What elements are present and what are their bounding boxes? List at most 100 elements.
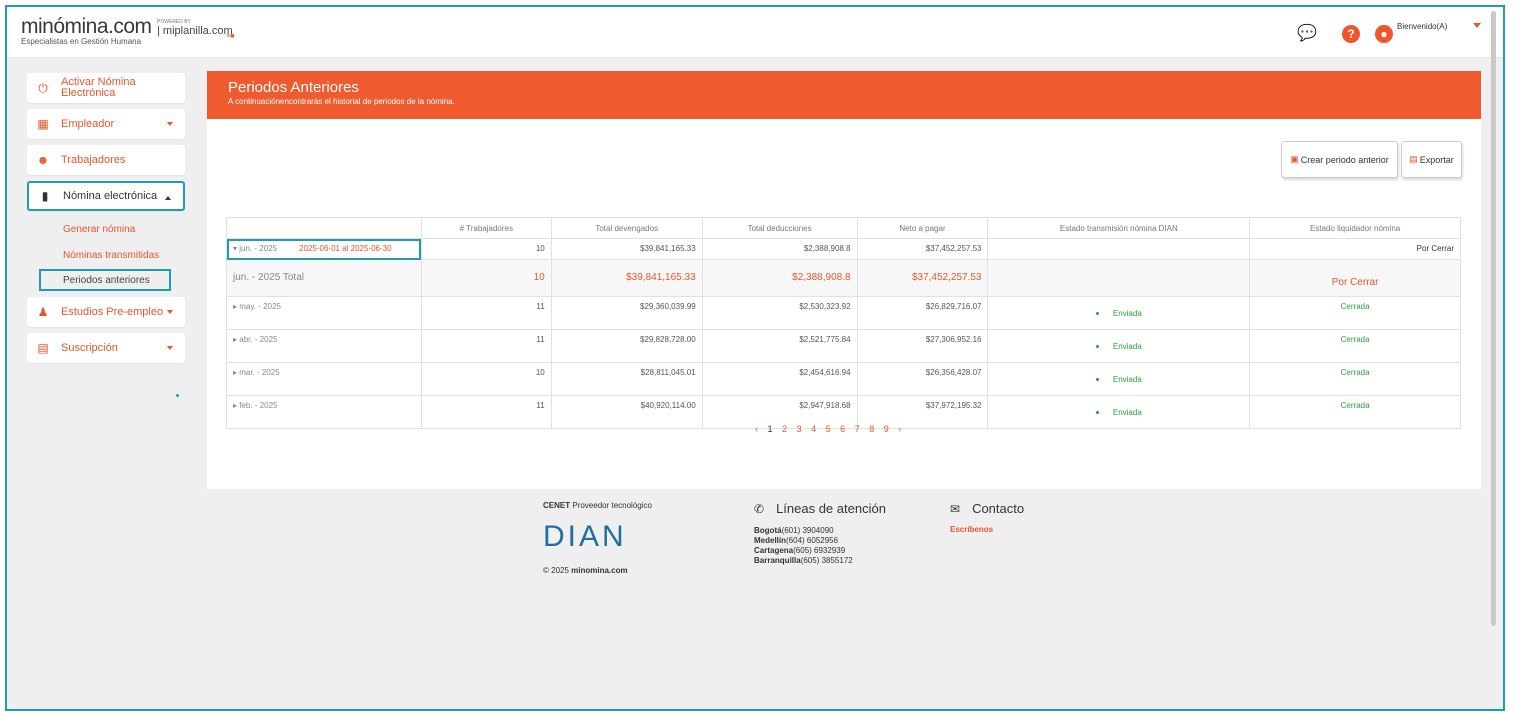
export-button[interactable]: ▤ Exportar bbox=[1401, 141, 1462, 178]
cenet-text: CENET Proveedor tecnológico bbox=[543, 501, 652, 510]
scrollbar[interactable] bbox=[1491, 11, 1496, 626]
sidebar-item-nomina-electronica[interactable]: ▮ Nómina electrónica bbox=[27, 181, 185, 211]
sidebar-item-label: Activar Nómina Electrónica bbox=[61, 76, 136, 99]
welcome-text[interactable]: Bienvenido(A) bbox=[1397, 22, 1447, 31]
phone-line: Barranquilla(605) 3855172 bbox=[754, 556, 886, 566]
table-row-subtotal: jun. - 2025 Total 10 $39,841,165.33 $2,3… bbox=[226, 259, 1461, 297]
page-title: Periodos Anteriores bbox=[228, 79, 359, 96]
sidebar-item-suscripcion[interactable]: ▤ Suscripción bbox=[27, 333, 185, 363]
subitem-nominas-transmitidas[interactable]: Nóminas transmitidas bbox=[27, 243, 185, 269]
liquidador-status-cell: Cerrada bbox=[1249, 395, 1461, 429]
page-link[interactable]: 9 bbox=[884, 424, 889, 434]
copyright-bold: minomina.com bbox=[571, 566, 628, 575]
dian-status-cell: Enviada bbox=[987, 362, 1251, 396]
workers-cell: 11 bbox=[420, 296, 552, 330]
period-label: ▸ feb. - 2025 bbox=[233, 401, 278, 410]
prev-page-button[interactable]: ‹ bbox=[755, 424, 758, 434]
sidebar-item-label: Suscripción bbox=[61, 341, 118, 354]
workers-cell: 11 bbox=[420, 329, 552, 363]
sidebar-item-estudios[interactable]: ♟ Estudios Pre-empleo bbox=[27, 297, 185, 327]
app-frame: minómina.com Especialistas en Gestión Hu… bbox=[5, 5, 1505, 711]
chat-icon[interactable]: 💬 bbox=[1297, 25, 1317, 43]
table-row[interactable]: ▾ jun. - 2025 2025-06-01 al 2025-06-30 10… bbox=[226, 238, 1461, 260]
neto-cell: $37,452,257.53 bbox=[856, 259, 989, 297]
devengados-cell: $39,841,165.33 bbox=[550, 259, 703, 297]
chevron-up-icon bbox=[165, 196, 171, 200]
subitem-generar-nomina[interactable]: Generar nómina bbox=[27, 217, 185, 243]
create-period-button[interactable]: ▣ Crear periodo anterior bbox=[1281, 141, 1398, 178]
city: Bogotá bbox=[754, 526, 782, 535]
period-cell[interactable]: ▸ abr. - 2025 bbox=[226, 329, 422, 363]
deducciones-cell: $2,388,908.8 bbox=[701, 238, 858, 260]
liquidador-status-cell: Por Cerrar bbox=[1249, 259, 1461, 297]
help-icon[interactable]: ? bbox=[1342, 25, 1360, 43]
page-link[interactable]: 1 bbox=[768, 424, 773, 434]
period-cell: jun. - 2025 Total bbox=[226, 259, 422, 297]
footer-cenet: CENET Proveedor tecnológico DIAN © 2025 … bbox=[543, 501, 652, 575]
phone-line: Bogotá(601) 3904090 bbox=[754, 526, 886, 536]
sidebar-item-label: Empleador bbox=[61, 117, 115, 130]
sidebar-item-empleador[interactable]: ▦ Empleador bbox=[27, 109, 185, 139]
sidebar-item-trabajadores[interactable]: ☻ Trabajadores bbox=[27, 145, 185, 175]
period-cell[interactable]: ▸ may. - 2025 bbox=[226, 296, 422, 330]
neto-cell: $26,356,428.07 bbox=[856, 362, 989, 396]
col-header[interactable]: Neto a pagar bbox=[856, 217, 989, 239]
dian-status-label: Enviada bbox=[1112, 408, 1142, 417]
sidebar-item-label: Trabajadores bbox=[61, 153, 126, 166]
footer-contact: ✉ Contacto Escríbenos bbox=[950, 501, 1024, 534]
flag-icon[interactable]: ≡■ bbox=[226, 33, 234, 40]
power-icon: ⏻ bbox=[38, 81, 48, 95]
user-icon[interactable]: ● bbox=[1375, 25, 1393, 43]
page-link[interactable]: 3 bbox=[797, 424, 802, 434]
devengados-cell: $39,841,165.33 bbox=[550, 238, 703, 260]
table-row[interactable]: ▸ abr. - 2025 11 $29,828,728.00 $2,521,7… bbox=[226, 329, 1461, 363]
col-header[interactable]: Total devengados bbox=[550, 217, 703, 239]
table-row[interactable]: ▸ mar. - 2025 10 $28,811,045.01 $2,454,6… bbox=[226, 362, 1461, 396]
page-subtitle: A continuaciónencontrarás el historial d… bbox=[228, 97, 455, 106]
copyright: © 2025 minomina.com bbox=[543, 566, 652, 575]
sidebar-item-activar[interactable]: ⏻ Activar Nómina Electrónica bbox=[27, 73, 185, 103]
brand-name: minómina.com bbox=[21, 15, 152, 38]
neto-cell: $26,829,716.07 bbox=[856, 296, 989, 330]
phone: (605) 3855172 bbox=[800, 556, 853, 565]
contact-heading: ✉ Contacto bbox=[950, 501, 1024, 516]
page-link[interactable]: 4 bbox=[811, 424, 816, 434]
dian-status-cell bbox=[987, 259, 1251, 297]
deducciones-cell: $2,521,775.84 bbox=[701, 329, 858, 363]
page-link[interactable]: 2 bbox=[782, 424, 787, 434]
col-header[interactable]: # Trabajadores bbox=[420, 217, 552, 239]
page-link[interactable]: 6 bbox=[840, 424, 845, 434]
col-header[interactable]: Total deducciones bbox=[701, 217, 858, 239]
page-link[interactable]: 5 bbox=[826, 424, 831, 434]
page-link[interactable]: 7 bbox=[855, 424, 860, 434]
status-dot-icon bbox=[1095, 411, 1099, 415]
table-header-row: # Trabajadores Total devengados Total de… bbox=[226, 217, 1461, 239]
devengados-cell: $29,828,728.00 bbox=[550, 329, 703, 363]
deducciones-cell: $2,454,616.94 bbox=[701, 362, 858, 396]
footer-lines: ✆ Líneas de atención Bogotá(601) 3904090 … bbox=[754, 501, 886, 566]
dian-status-label: Enviada bbox=[1112, 342, 1142, 351]
subitem-periodos-anteriores[interactable]: Periodos anteriores bbox=[39, 269, 171, 291]
period-range: 2025-06-01 al 2025-06-30 bbox=[299, 244, 392, 253]
contact-link[interactable]: Escríbenos bbox=[950, 525, 1024, 534]
deducciones-cell: $2,388,908.8 bbox=[701, 259, 858, 297]
period-cell[interactable]: ▸ feb. - 2025 bbox=[226, 395, 422, 429]
page-link[interactable]: 8 bbox=[869, 424, 874, 434]
decorative-dot bbox=[176, 394, 179, 397]
sidebar: ⏻ Activar Nómina Electrónica ▦ Empleador… bbox=[27, 73, 185, 369]
building-icon: ▦ bbox=[37, 117, 49, 131]
period-label: jun. - 2025 Total bbox=[233, 272, 304, 283]
cenet-rest: Proveedor tecnológico bbox=[570, 501, 652, 510]
contact-title: Contacto bbox=[972, 501, 1025, 516]
next-page-button[interactable]: › bbox=[898, 424, 901, 434]
user-menu-chevron-icon[interactable] bbox=[1473, 23, 1481, 28]
brand-logo[interactable]: minómina.com Especialistas en Gestión Hu… bbox=[21, 15, 152, 46]
pagination: ‹ 1 2 3 4 5 6 7 8 9 › bbox=[755, 424, 908, 434]
table-row[interactable]: ▸ may. - 2025 11 $29,360,039.99 $2,530,3… bbox=[226, 296, 1461, 330]
col-header[interactable]: Estado liquidador nómina bbox=[1249, 217, 1461, 239]
devengados-cell: $29,360,039.99 bbox=[550, 296, 703, 330]
period-cell[interactable]: ▸ mar. - 2025 bbox=[226, 362, 422, 396]
period-cell[interactable]: ▾ jun. - 2025 2025-06-01 al 2025-06-30 bbox=[226, 238, 422, 260]
col-header[interactable]: Estado transmisión nómina DIAN bbox=[987, 217, 1251, 239]
dian-status-label: Enviada bbox=[1112, 375, 1142, 384]
